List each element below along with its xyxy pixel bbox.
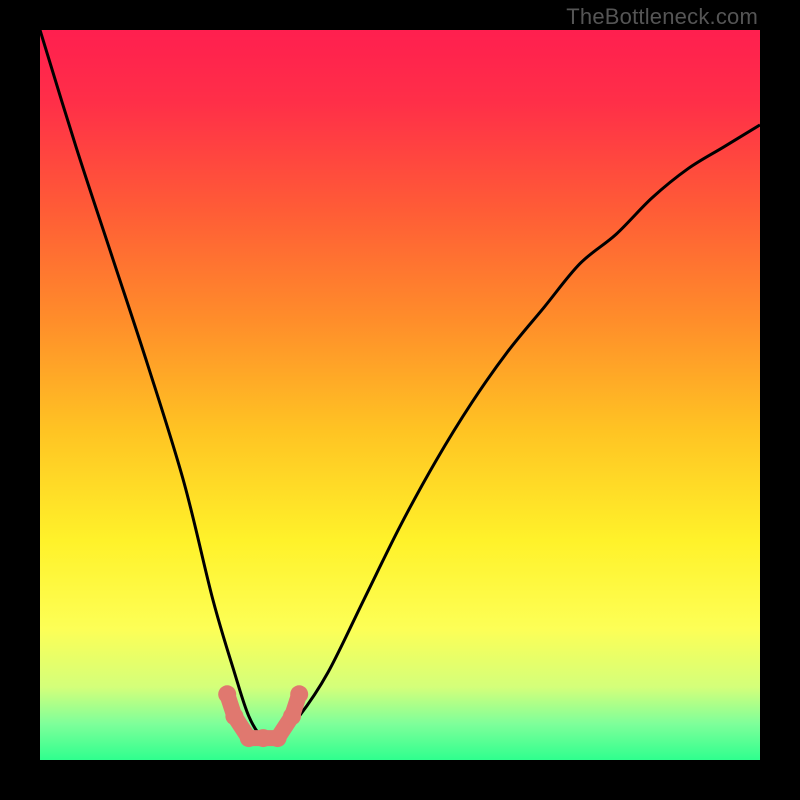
bottleneck-curve [40,30,760,741]
marker-dot [218,685,236,703]
chart-frame: TheBottleneck.com [0,0,800,800]
marker-dot [269,729,287,747]
plot-area [40,30,760,760]
chart-svg [40,30,760,760]
marker-dot [290,685,308,703]
marker-dot [283,707,301,725]
highlight-markers [218,685,308,747]
marker-dot [225,707,243,725]
watermark-text: TheBottleneck.com [566,4,758,30]
